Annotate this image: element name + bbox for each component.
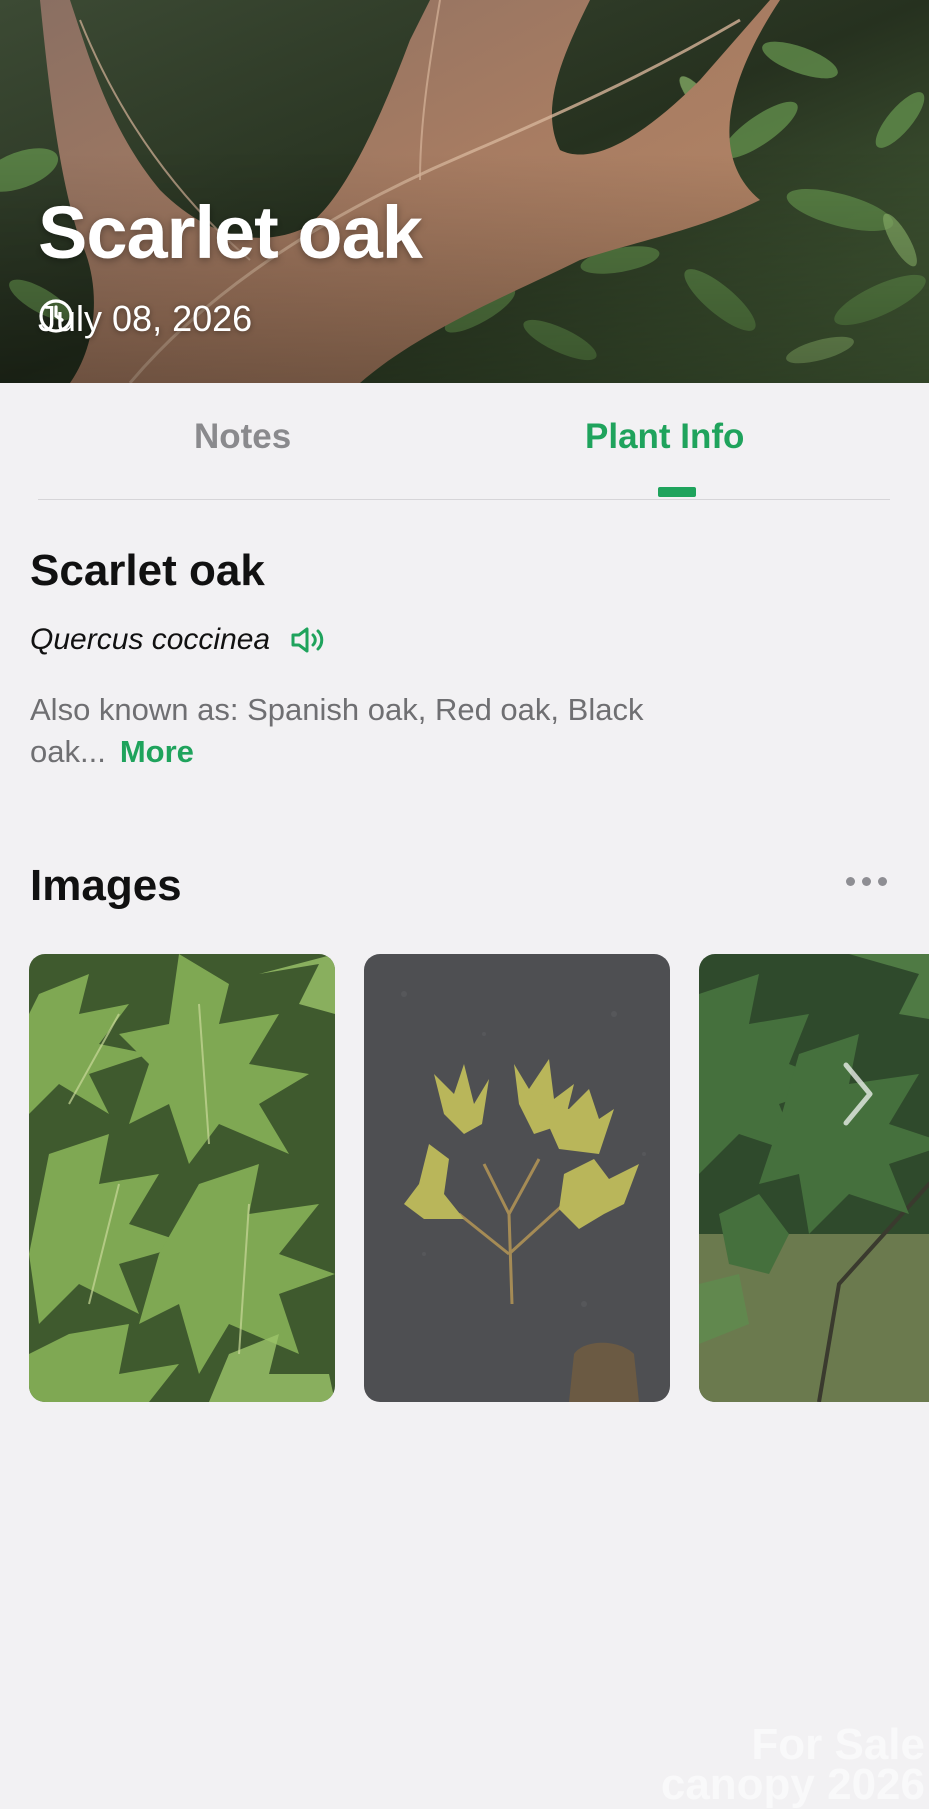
images-section-title: Images xyxy=(30,861,182,910)
plant-image-thumbnail[interactable] xyxy=(699,954,929,1402)
hero-title: Scarlet oak xyxy=(38,191,423,274)
plant-image-thumbnail[interactable] xyxy=(364,954,670,1402)
scientific-name-row: Quercus coccinea xyxy=(30,623,326,657)
watermark: For Sale canopy 2026 xyxy=(660,1720,925,1809)
clock-icon xyxy=(39,299,73,333)
more-link[interactable]: More xyxy=(120,734,194,769)
tab-bar: Notes Plant Info xyxy=(0,383,929,501)
speaker-icon[interactable] xyxy=(290,625,326,655)
hero-date: July 08, 2026 xyxy=(38,298,252,340)
tab-notes[interactable]: Notes xyxy=(194,417,291,457)
plant-image-thumbnail[interactable] xyxy=(29,954,335,1402)
tab-divider xyxy=(38,499,890,500)
plant-scientific-name: Quercus coccinea xyxy=(30,623,271,656)
hero-image: Scarlet oak July 08, 2026 xyxy=(0,0,929,383)
chevron-right-icon[interactable] xyxy=(838,1059,878,1129)
more-dots-icon[interactable] xyxy=(846,877,887,886)
content-panel: Notes Plant Info Scarlet oak Quercus coc… xyxy=(0,383,929,1807)
watermark-line-1: For Sale xyxy=(751,1720,925,1769)
active-tab-indicator xyxy=(658,487,696,497)
watermark-line-2: canopy 2026 xyxy=(660,1760,925,1809)
plant-common-name: Scarlet oak xyxy=(30,546,265,595)
tab-plant-info[interactable]: Plant Info xyxy=(585,417,744,457)
also-known-as: Also known as: Spanish oak, Red oak, Bla… xyxy=(30,689,750,773)
